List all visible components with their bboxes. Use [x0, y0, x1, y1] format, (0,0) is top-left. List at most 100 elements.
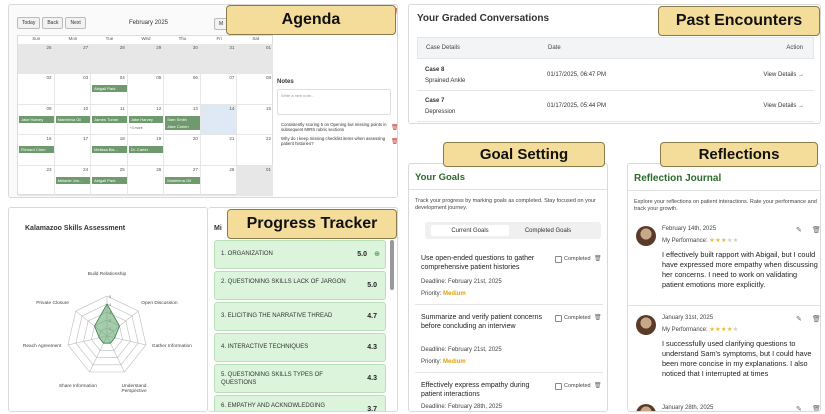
calendar-day[interactable]: 02: [18, 74, 55, 105]
table-header: Case Details Date Action: [417, 37, 814, 59]
case-number: Case 7: [425, 98, 445, 104]
calendar-event[interactable]: Marielena Gil: [165, 176, 200, 184]
calendar-day[interactable]: 21: [200, 135, 238, 166]
calendar-day[interactable]: 23: [18, 165, 55, 196]
goal-text: Effectively express empathy during patie…: [421, 382, 530, 399]
completed-checkbox[interactable]: [555, 256, 562, 263]
trash-icon[interactable]: 🗑: [812, 405, 820, 411]
page-title: Your Graded Conversations: [417, 13, 550, 24]
calendar-day[interactable]: 29: [127, 44, 165, 75]
star-rating-icon: ★★★★★: [709, 327, 739, 333]
progress-item-label: 1. ORGANIZATION: [221, 251, 273, 257]
calendar-event[interactable]: Marielena Gil: [55, 115, 91, 123]
calendar-day[interactable]: 22: [237, 135, 274, 166]
tab-completed-goals[interactable]: Completed Goals: [513, 225, 583, 236]
goal-item: Summarize and verify patient concerns be…: [415, 307, 603, 373]
calendar-event[interactable]: James Turner: [92, 115, 127, 123]
progress-item-label: 2. QUESTIONING SKILLS LACK OF JARGON: [221, 279, 346, 285]
calendar-day[interactable]: 20: [164, 135, 201, 166]
case-number: Case 8: [425, 67, 445, 73]
calendar-event[interactable]: Abigail Park: [92, 176, 127, 184]
divider: [628, 190, 820, 191]
today-button[interactable]: Today: [17, 17, 41, 29]
completed-label: Completed: [564, 256, 591, 262]
progress-item[interactable]: 4. INTERACTIVE TECHNIQUES 4.3: [214, 333, 386, 362]
calendar-event[interactable]: Sam Smith: [165, 115, 200, 123]
radar-axis-label: Private Closure: [36, 300, 69, 306]
weekday-header: Wed: [141, 36, 151, 41]
avatar: [636, 315, 656, 335]
calendar-day[interactable]: 05: [127, 74, 165, 105]
completed-label: Completed: [564, 315, 591, 321]
calendar-day[interactable]: 15: [237, 104, 274, 136]
calendar-day[interactable]: 30: [164, 44, 201, 75]
note-item: Why do I keep missing checklist items wh…: [281, 136, 386, 147]
note-input[interactable]: Write a new note...: [277, 89, 391, 115]
reflection-text: I effectively built rapport with Abigail…: [662, 250, 818, 290]
progress-item[interactable]: 3. ELICITING THE NARRATIVE THREAD 4.7: [214, 302, 386, 331]
goal-deadline: Deadline: February 21st, 2025: [421, 279, 502, 285]
goals-description: Track your progress by marking goals as …: [415, 198, 596, 212]
progress-item-label: 3. ELICITING THE NARRATIVE THREAD: [221, 313, 333, 319]
pencil-icon[interactable]: ✎: [796, 226, 802, 234]
trash-icon[interactable]: 🗑: [812, 315, 820, 323]
completed-checkbox[interactable]: [555, 315, 562, 322]
trash-icon[interactable]: 🗑: [391, 138, 397, 145]
view-details-link[interactable]: View Details →: [763, 72, 804, 78]
calendar-event[interactable]: Jake Harvey: [19, 115, 54, 123]
calendar-event[interactable]: Melanie Jon...: [55, 176, 91, 184]
trash-icon[interactable]: 🗑: [594, 314, 602, 321]
calendar-day[interactable]: 01: [237, 44, 274, 75]
calendar-day[interactable]: 27: [54, 44, 92, 75]
progress-item-score: 4.7: [367, 313, 377, 320]
calendar-day[interactable]: 28: [200, 165, 238, 196]
case-condition: Sprained Ankle: [425, 78, 466, 84]
arrow-right-icon: →: [798, 72, 804, 78]
calendar-day[interactable]: 28: [91, 44, 128, 75]
calendar-event[interactable]: Richard Chen: [19, 146, 54, 154]
completed-checkbox[interactable]: [555, 383, 562, 390]
calendar-event[interactable]: Dr. Carter: [128, 146, 164, 154]
calendar-day[interactable]: 03: [54, 74, 92, 105]
progress-item[interactable]: 6. EMPATHY AND ACKNOWLEDGING PATIENT CUE…: [214, 395, 386, 411]
progress-item-score: 4.3: [367, 344, 377, 351]
pencil-icon[interactable]: ✎: [796, 405, 802, 411]
trash-icon[interactable]: 🗑: [391, 124, 397, 131]
calendar-day[interactable]: 17: [54, 135, 92, 166]
page-title: Reflection Journal: [634, 173, 722, 184]
view-details-link[interactable]: View Details →: [763, 103, 804, 109]
trash-icon[interactable]: 🗑: [594, 382, 602, 389]
radar-chart: 12345: [67, 294, 147, 373]
goal-deadline: Deadline: February 28th, 2025: [421, 404, 503, 410]
calendar-day[interactable]: 26: [18, 44, 55, 75]
plus-circle-icon[interactable]: ⊕: [374, 250, 380, 258]
progress-tracker-tag: Progress Tracker: [227, 209, 397, 239]
performance-rating: My Performance: ★★★★★: [662, 238, 739, 244]
more-events-link[interactable]: +3 more: [130, 126, 143, 130]
calendar-event[interactable]: Abigail Park: [92, 85, 127, 93]
scrollbar[interactable]: [390, 240, 394, 290]
calendar-event[interactable]: Jake Cohen: [165, 122, 200, 130]
tab-current-goals[interactable]: Current Goals: [431, 225, 509, 236]
calendar-event[interactable]: Jake Harvey: [128, 115, 164, 123]
trash-icon[interactable]: 🗑: [812, 226, 820, 234]
avatar: [636, 404, 656, 411]
calendar-day[interactable]: 01: [237, 165, 274, 196]
calendar-day[interactable]: 31: [200, 44, 238, 75]
progress-item-label: 6. EMPATHY AND ACKNOWLEDGING PATIENT CUE…: [221, 403, 326, 411]
calendar-day[interactable]: 06: [164, 74, 201, 105]
progress-item[interactable]: 2. QUESTIONING SKILLS LACK OF JARGON 5.0: [214, 271, 386, 300]
next-button[interactable]: Next: [65, 17, 86, 29]
back-button[interactable]: Back: [42, 17, 64, 29]
progress-item[interactable]: 5. QUESTIONING SKILLS TYPES OF QUESTIONS…: [214, 364, 386, 393]
calendar-day[interactable]: 08: [237, 74, 274, 105]
calendar-day[interactable]: 14: [200, 104, 238, 136]
calendar-event[interactable]: Melissa Bis...: [92, 146, 127, 154]
progress-item[interactable]: 1. ORGANIZATION 5.0 ⊕: [214, 240, 386, 269]
calendar-day[interactable]: 07: [200, 74, 238, 105]
trash-icon[interactable]: 🗑: [594, 255, 602, 262]
reflections-description: Explore your reflections on patient inte…: [634, 199, 817, 213]
pencil-icon[interactable]: ✎: [796, 315, 802, 323]
weekday-header: Fri: [216, 36, 222, 41]
calendar-day[interactable]: 26: [127, 165, 165, 196]
